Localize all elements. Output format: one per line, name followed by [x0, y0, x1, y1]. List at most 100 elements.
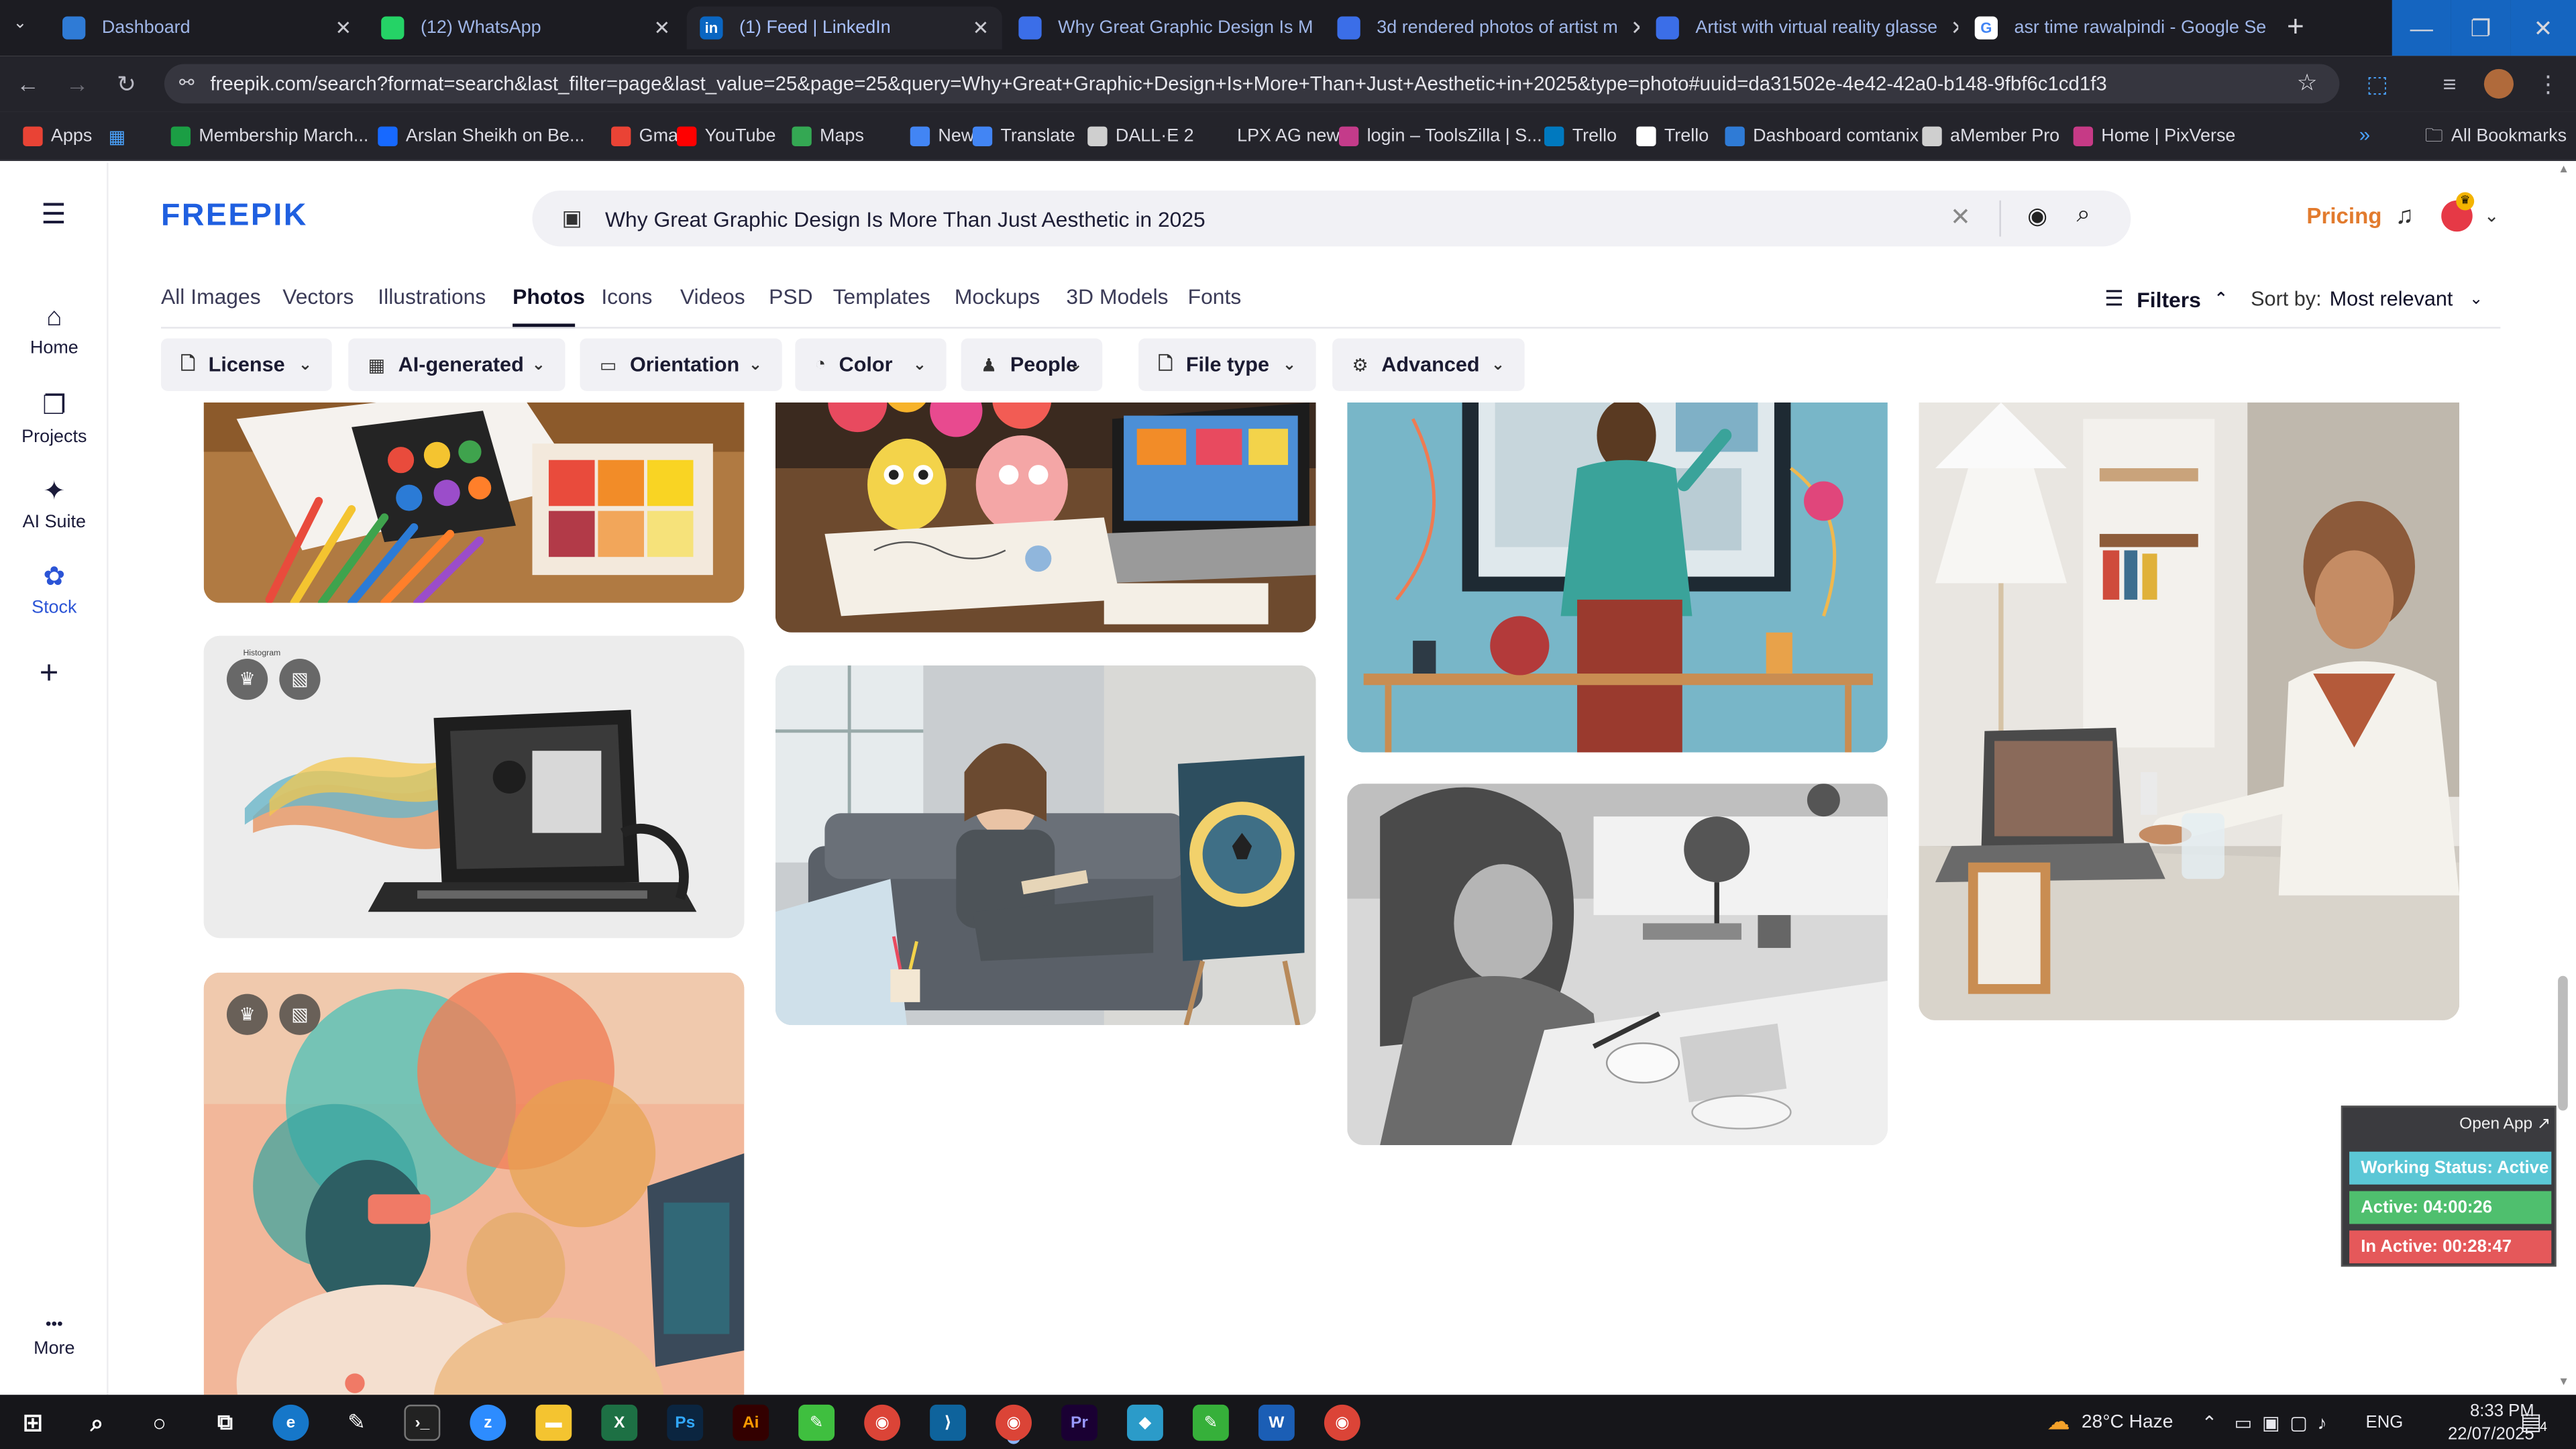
- chrome-active-icon[interactable]: ◉: [996, 1404, 1032, 1441]
- new-tab-button[interactable]: +: [2287, 10, 2304, 44]
- all-bookmarks-folder[interactable]: 🗀 All Bookmarks: [2425, 123, 2567, 150]
- pricing-link[interactable]: Pricing: [2306, 204, 2381, 229]
- sort-dropdown[interactable]: Most relevant ⌄: [2330, 288, 2483, 311]
- media-control-icon[interactable]: ≡: [2434, 69, 2464, 99]
- tab-icons[interactable]: Icons: [601, 284, 652, 309]
- image-card[interactable]: [203, 402, 745, 603]
- bookmark-item[interactable]: aMember Pro: [1922, 123, 2059, 150]
- bookmark-item[interactable]: Trello: [1544, 123, 1617, 150]
- edge-icon[interactable]: e: [272, 1404, 309, 1441]
- camera-icon[interactable]: ◉: [2027, 202, 2047, 230]
- bookmark-item[interactable]: Gmail: [611, 123, 686, 150]
- bookmark-item[interactable]: Membership March...: [170, 123, 368, 150]
- bookmark-item[interactable]: Dashboard comtanix: [1725, 123, 1919, 150]
- premiere-icon[interactable]: Pr: [1061, 1404, 1097, 1441]
- tab-vectors[interactable]: Vectors: [282, 284, 354, 309]
- bookmarks-overflow-icon[interactable]: »: [2359, 123, 2370, 146]
- minimize-button[interactable]: —: [2392, 0, 2451, 56]
- filter-chip-file-type[interactable]: 🗋 File type ⌄: [1138, 338, 1316, 391]
- filter-chip-license[interactable]: 🗋 License ⌄: [161, 338, 332, 391]
- filter-chip-advanced[interactable]: ⚙ Advanced ⌄: [1332, 338, 1525, 391]
- tab-close-icon[interactable]: ✕: [641, 16, 671, 39]
- freepik-logo[interactable]: FREEPIK: [161, 199, 308, 235]
- bookmark-item[interactable]: Trello: [1636, 123, 1709, 150]
- image-search-icon[interactable]: ▣: [562, 205, 582, 231]
- tab-all-images[interactable]: All Images: [161, 284, 261, 309]
- tab-3d-models[interactable]: 3D Models: [1066, 284, 1168, 309]
- bookmark-item[interactable]: Translate: [972, 123, 1075, 150]
- bookmark-item[interactable]: Maps: [792, 123, 864, 150]
- bookmark-item[interactable]: Arslan Sheikh on Be...: [378, 123, 584, 150]
- weather-widget[interactable]: ☁ 28°C Haze: [2047, 1395, 2173, 1449]
- tab-photos[interactable]: Photos: [513, 284, 585, 309]
- ai-generated-icon[interactable]: ▧: [279, 994, 321, 1035]
- chrome-profile-icon[interactable]: ◉: [1324, 1404, 1360, 1441]
- tab-mockups[interactable]: Mockups: [955, 284, 1040, 309]
- bookmark-item[interactable]: Home | PixVerse: [2073, 123, 2235, 150]
- excel-icon[interactable]: X: [601, 1404, 638, 1441]
- bookmark-star-icon[interactable]: ☆: [2297, 69, 2318, 97]
- browser-tab[interactable]: Artist with virtual reality glasse✕: [1643, 7, 1958, 50]
- tab-illustrations[interactable]: Illustrations: [378, 284, 486, 309]
- chrome-icon[interactable]: ◉: [864, 1404, 901, 1441]
- image-card[interactable]: [775, 402, 1316, 633]
- task-view-icon[interactable]: ⧉: [207, 1405, 244, 1441]
- sidebar-item-ai-suite[interactable]: ✦ AI Suite: [0, 475, 109, 533]
- tab-close-icon[interactable]: ✕: [959, 16, 989, 39]
- add-icon[interactable]: +: [40, 655, 59, 693]
- image-card[interactable]: [1347, 402, 1888, 753]
- reload-icon[interactable]: ↻: [112, 69, 142, 99]
- language-indicator[interactable]: ENG: [2366, 1395, 2404, 1449]
- photoshop-icon[interactable]: Ps: [667, 1404, 704, 1441]
- clear-search-icon[interactable]: ✕: [1950, 202, 1971, 232]
- tab-fonts[interactable]: Fonts: [1188, 284, 1242, 309]
- tab-close-icon[interactable]: ✕: [2266, 16, 2277, 39]
- browser-tab[interactable]: Why Great Graphic Design Is M✕: [1006, 7, 1321, 50]
- tab-close-icon[interactable]: ✕: [322, 16, 352, 39]
- notification-center-icon[interactable]: ▤: [2520, 1395, 2542, 1449]
- forward-arrow-icon[interactable]: →: [62, 69, 92, 99]
- ai-generated-icon[interactable]: ▧: [279, 659, 321, 700]
- search-bar[interactable]: ▣ Why Great Graphic Design Is More Than …: [532, 191, 2131, 247]
- sidebar-item-stock[interactable]: ✿ Stock: [0, 560, 109, 618]
- page-scrollbar[interactable]: [2558, 975, 2568, 1111]
- image-card[interactable]: Histogram ♛ ▧: [203, 635, 745, 938]
- restore-button[interactable]: ❐: [2451, 0, 2511, 56]
- tab-search-chevron-icon[interactable]: ⌄: [13, 15, 28, 33]
- bookmark-item[interactable]: LPX AG new: [1209, 123, 1340, 150]
- image-card[interactable]: ♛ ▧: [203, 972, 745, 1395]
- sidebar-item-home[interactable]: ⌂ Home: [0, 304, 109, 358]
- bookmark-item[interactable]: YouTube: [676, 123, 776, 150]
- site-info-icon[interactable]: ⚯: [179, 72, 195, 93]
- close-window-button[interactable]: ✕: [2510, 0, 2576, 56]
- image-card[interactable]: [1347, 784, 1888, 1145]
- blue-app-icon[interactable]: ◆: [1127, 1404, 1163, 1441]
- filter-chip-orientation[interactable]: ▭ Orientation ⌄: [580, 338, 782, 391]
- vscode-icon[interactable]: ⟩: [930, 1404, 967, 1441]
- bell-icon[interactable]: ♫: [2396, 202, 2414, 230]
- browser-menu-icon[interactable]: ⋮: [2533, 69, 2563, 99]
- search-icon[interactable]: ⌕: [2077, 201, 2091, 229]
- scroll-up-arrow-icon[interactable]: ▲: [2558, 164, 2569, 176]
- search-input[interactable]: Why Great Graphic Design Is More Than Ju…: [605, 206, 1205, 231]
- back-arrow-icon[interactable]: ←: [13, 69, 43, 99]
- premium-crown-icon[interactable]: ♛: [226, 659, 268, 700]
- filter-chip-people[interactable]: ♟ People ⌄: [961, 338, 1103, 391]
- green-pen-app-icon[interactable]: ✎: [1192, 1404, 1229, 1441]
- tab-close-icon[interactable]: ✕: [1937, 16, 1958, 39]
- browser-tab[interactable]: 3d rendered photos of artist m✕: [1324, 7, 1640, 50]
- cortana-icon[interactable]: ○: [142, 1405, 178, 1441]
- sidebar-item-projects[interactable]: ❐ Projects: [0, 389, 109, 447]
- browser-tab[interactable]: Gasr time rawalpindi - Google Se✕: [1962, 7, 2277, 50]
- image-card[interactable]: [775, 665, 1316, 1026]
- tab-close-icon[interactable]: ✕: [1313, 16, 1321, 39]
- terminal-icon[interactable]: ›_: [404, 1404, 441, 1441]
- scroll-down-arrow-icon[interactable]: ▼: [2558, 1377, 2569, 1388]
- tab-templates[interactable]: Templates: [833, 284, 930, 309]
- tab-close-icon[interactable]: ✕: [1618, 16, 1640, 39]
- illustrator-icon[interactable]: Ai: [733, 1404, 769, 1441]
- tab-psd[interactable]: PSD: [769, 284, 812, 309]
- profile-avatar[interactable]: [2483, 68, 2514, 99]
- address-bar[interactable]: ⚯ freepik.com/search?format=search&last_…: [164, 64, 2340, 104]
- filters-button[interactable]: ☰ Filters ⌃: [2104, 286, 2228, 312]
